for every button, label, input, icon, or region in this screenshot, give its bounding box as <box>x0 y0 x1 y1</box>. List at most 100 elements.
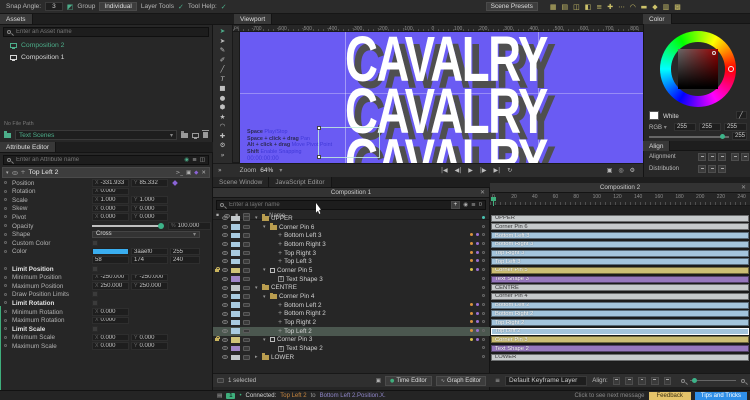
duplicate-icon[interactable]: ◫ <box>573 3 580 11</box>
attribute-search-input[interactable] <box>14 156 182 164</box>
timeline-track-bar[interactable]: LOWER <box>491 353 749 361</box>
polygon-tool-icon[interactable]: ⬢ <box>220 103 226 111</box>
render-toggle-icon[interactable] <box>243 346 250 351</box>
align-bars-icon[interactable]: ≡ <box>596 3 602 11</box>
scene-window-tab[interactable]: JavaScript Editor <box>269 177 332 187</box>
step-forward-button[interactable]: |▶ <box>480 167 487 174</box>
pivot-x-field[interactable]: X 0.000 <box>92 213 129 221</box>
visibility-eye-icon[interactable] <box>222 285 228 290</box>
color-swatch[interactable] <box>92 247 129 256</box>
render-toggle-icon[interactable] <box>243 250 250 256</box>
limit-rotation-checkbox[interactable] <box>92 299 98 306</box>
alpha-slider-handle[interactable] <box>720 134 725 139</box>
visibility-eye-icon[interactable] <box>222 276 228 281</box>
visibility-eye-icon[interactable] <box>222 302 228 307</box>
graph-editor-button[interactable]: ∿ Graph Editor <box>435 375 486 386</box>
max-position-y-field[interactable]: Y 250.000 <box>131 282 168 290</box>
layer-color-swatch[interactable] <box>231 267 240 274</box>
close-icon[interactable]: ✕ <box>741 183 746 193</box>
layer-color-swatch[interactable] <box>231 215 240 221</box>
max-scale-y-field[interactable]: Y 0.000 <box>131 342 168 350</box>
ellipse-tool-icon[interactable]: ● <box>220 94 226 102</box>
shape-dropdown[interactable]: Cross ▾ <box>92 230 200 239</box>
timeline-track-bar[interactable]: Bottom Right 2 <box>491 310 749 318</box>
min-scale-y-field[interactable]: Y 0.000 <box>131 333 168 342</box>
layer-row[interactable]: Bottom Right 2 <box>213 310 490 319</box>
visibility-eye-icon[interactable] <box>222 328 228 333</box>
go-to-end-button[interactable]: ▶| <box>494 167 501 174</box>
color-r-field[interactable]: 58 <box>92 256 129 264</box>
render-toggle-icon[interactable] <box>243 242 250 247</box>
layer-row[interactable]: Bottom Left 3 <box>213 231 490 240</box>
align-left-button[interactable] <box>612 376 621 385</box>
half-fill-icon[interactable]: ◧ <box>585 3 592 11</box>
delete-scene-icon[interactable] <box>202 130 209 138</box>
close-icon[interactable]: ✕ <box>201 170 206 176</box>
lock-icon[interactable] <box>215 336 220 342</box>
limit-scale-checkbox[interactable] <box>92 325 98 332</box>
distribute-vertical-button[interactable] <box>708 165 716 173</box>
layer-color-swatch[interactable] <box>231 345 240 352</box>
visibility-eye-icon[interactable] <box>222 224 228 229</box>
render-toggle-icon[interactable] <box>243 355 250 360</box>
visibility-eye-icon[interactable] <box>222 346 228 351</box>
render-toggle-icon[interactable] <box>243 328 250 334</box>
layer-color-swatch[interactable] <box>231 276 240 282</box>
render-toggle-icon[interactable] <box>243 294 250 299</box>
timeline-track-bar[interactable]: Corner Pin 4 <box>491 292 749 300</box>
gear-tool-icon[interactable]: ⚙ <box>220 141 226 149</box>
direct-select-tool-icon[interactable]: ➤ <box>220 37 225 45</box>
custom-color-checkbox[interactable] <box>92 239 98 246</box>
visibility-eye-icon[interactable] <box>222 216 228 220</box>
layer-row[interactable]: Top Left 3 <box>213 257 490 266</box>
play-button[interactable]: ▶ <box>468 167 473 174</box>
timeline-ruler[interactable]: 020406080100120140160180200220240 <box>490 193 750 206</box>
render-toggle-icon[interactable] <box>243 285 250 290</box>
align-top-button[interactable] <box>698 153 706 161</box>
magic-icon[interactable]: ◆ <box>194 170 198 176</box>
max-rotation-field[interactable]: X 0.000 <box>92 316 129 325</box>
eyedropper-icon[interactable]: ╱ <box>736 111 747 119</box>
visibility-eye-icon[interactable] <box>222 268 228 273</box>
layer-search[interactable]: + ◉ ≡ 0 <box>216 200 486 210</box>
keyframe-panel-icon[interactable]: ▣ <box>186 170 191 176</box>
tab-attribute-editor[interactable]: Attribute Editor <box>0 142 56 152</box>
timeline-track-bar[interactable]: Bottom Left 2 <box>491 301 749 309</box>
dock-icon[interactable]: ▣ <box>376 378 381 384</box>
loop-mode-button[interactable] <box>663 376 672 385</box>
asset-list-item[interactable]: Composition 1 <box>0 51 212 63</box>
layer-color-swatch[interactable] <box>231 258 240 265</box>
loop-button[interactable]: ↻ <box>507 167 512 174</box>
layer-row[interactable]: ▾ Corner Pin 6 <box>213 223 490 232</box>
visibility-eye-icon[interactable] <box>222 337 228 342</box>
zoom-in-icon[interactable] <box>740 378 745 383</box>
alpha-slider[interactable] <box>649 136 729 138</box>
layer-row[interactable]: Top Left 2 <box>213 326 490 336</box>
step-back-button[interactable]: ◀| <box>455 167 462 174</box>
align-right-button[interactable] <box>638 376 646 385</box>
expand-caret-icon[interactable]: ▾ <box>263 294 268 300</box>
min-rotation-field[interactable]: X 0.000 <box>92 308 129 316</box>
filter-icon[interactable]: ≡ <box>192 157 197 163</box>
timeline-track-bar[interactable]: Corner Pin 6 <box>491 223 749 231</box>
timeline-composition-tab[interactable]: Composition 2 ✕ <box>490 183 750 193</box>
max-scale-x-field[interactable]: X 0.000 <box>92 342 129 350</box>
asset-search[interactable] <box>3 27 209 37</box>
layer-row[interactable]: Top Right 2 <box>213 318 490 327</box>
color-g-field[interactable]: 174 <box>131 256 168 264</box>
snap-angle-input[interactable]: 3 <box>45 2 63 11</box>
layer-row[interactable]: ▾ Corner Pin 5 <box>213 266 490 275</box>
select-tool-icon[interactable]: ➤ <box>220 27 225 35</box>
timeline-track-bar[interactable]: Top Right 2 <box>491 319 749 327</box>
cross-tool-icon[interactable]: ✚ <box>220 132 225 140</box>
render-toggle-icon[interactable] <box>243 224 250 230</box>
more-dots-icon[interactable]: ⋯ <box>618 3 625 11</box>
timeline-track-bar[interactable]: Text Shape 3 <box>491 275 749 283</box>
timeline-track-bar[interactable]: UPPER <box>491 214 749 222</box>
asset-list-item[interactable]: Composition 2 <box>0 39 212 51</box>
timeline-zoom-handle[interactable] <box>692 377 698 383</box>
hue-cursor-icon[interactable] <box>728 66 734 72</box>
render-toggle-icon[interactable] <box>243 268 250 273</box>
color-hex-field[interactable]: 3aaef0 <box>131 247 168 256</box>
line-tool-icon[interactable]: ╱ <box>221 65 225 73</box>
